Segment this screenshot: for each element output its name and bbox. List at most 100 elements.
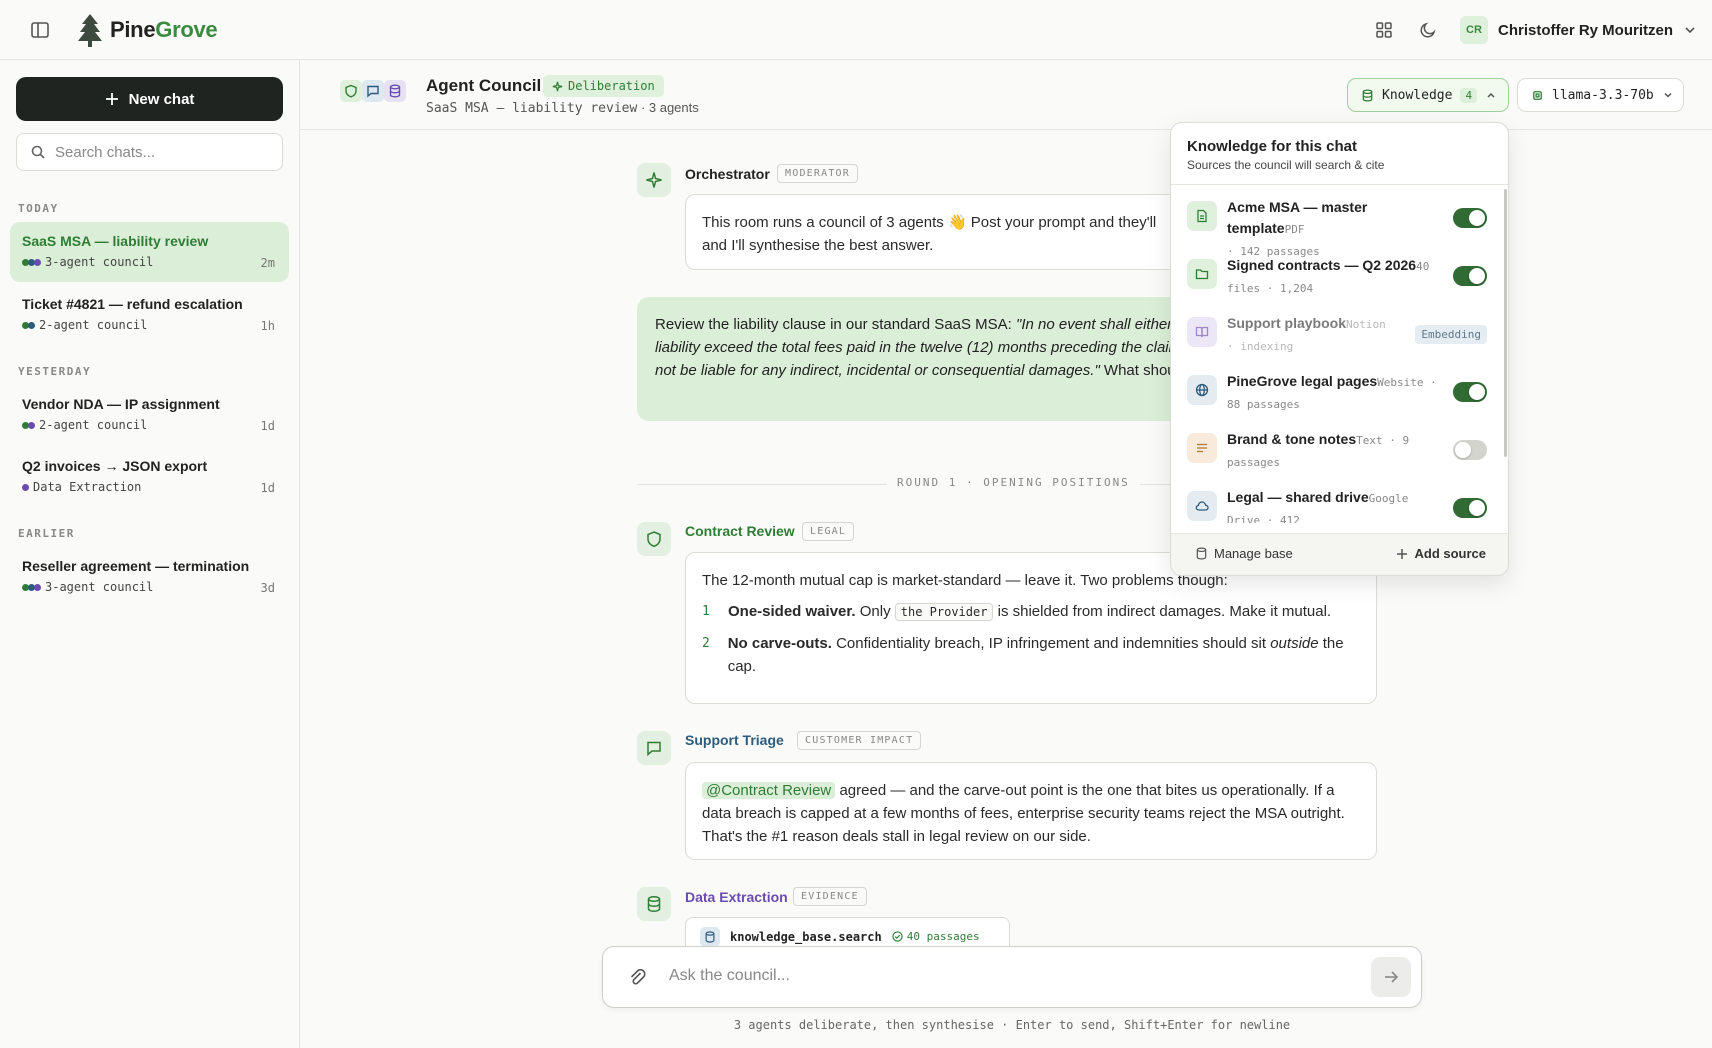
model-selector[interactable]: llama-3.3-70b bbox=[1517, 78, 1684, 112]
embedding-badge: Embedding bbox=[1415, 325, 1487, 344]
folder-icon bbox=[1187, 259, 1217, 289]
agent-dots bbox=[22, 483, 29, 491]
role-tag: CUSTOMER IMPACT bbox=[797, 731, 922, 750]
list-item: 1 One-sided waiver. Only the Provider is… bbox=[702, 600, 1360, 624]
database-icon bbox=[1361, 88, 1374, 102]
shield-icon bbox=[637, 522, 671, 556]
knowledge-source-list: Acme MSA — master templatePDF · 142 passa… bbox=[1171, 185, 1508, 523]
apps-grid-icon[interactable] bbox=[1375, 21, 1395, 41]
knowledge-button[interactable]: Knowledge 4 bbox=[1347, 78, 1509, 112]
manage-base-label: Manage base bbox=[1214, 546, 1293, 561]
agent-name: Contract Review bbox=[685, 523, 795, 539]
chat-title: Vendor NDA — IP assignment bbox=[22, 396, 220, 412]
dark-mode-moon-icon[interactable] bbox=[1419, 21, 1439, 41]
sidebar-toggle-icon[interactable] bbox=[30, 20, 52, 40]
agent-dots bbox=[22, 583, 41, 591]
status-badge-label: Deliberation bbox=[568, 79, 655, 93]
point-emphasis: outside bbox=[1270, 635, 1319, 652]
avatar: CR bbox=[1460, 16, 1488, 44]
panel-scrollbar[interactable] bbox=[1504, 189, 1507, 457]
chat-meta: 3-agent council bbox=[45, 580, 154, 594]
chat-meta: 2-agent council bbox=[39, 418, 148, 432]
knowledge-label: Knowledge bbox=[1382, 87, 1453, 103]
role-tag: LEGAL bbox=[802, 522, 855, 541]
chevron-down-icon bbox=[1683, 23, 1697, 37]
list-number: 1 bbox=[702, 604, 710, 619]
agent-mention[interactable]: @Contract Review bbox=[702, 782, 836, 799]
knowledge-source-item[interactable]: Legal — shared driveGoogle Drive · 412 bbox=[1187, 479, 1487, 523]
source-toggle[interactable] bbox=[1453, 266, 1487, 286]
new-chat-button[interactable]: New chat bbox=[16, 77, 283, 121]
plus-icon bbox=[105, 92, 119, 106]
chat-item[interactable]: Q2 invoices → JSON export Data Extractio… bbox=[10, 447, 289, 507]
user-name: Christoffer Ry Mouritzen bbox=[1498, 21, 1674, 39]
plus-icon bbox=[1396, 548, 1408, 560]
chevron-down-icon bbox=[1662, 89, 1674, 101]
source-name: Signed contracts — Q2 2026 bbox=[1227, 257, 1417, 273]
text-lines-icon bbox=[1187, 433, 1217, 463]
top-bar: PineGrove CR Christoffer Ry Mouritzen bbox=[0, 0, 1712, 60]
source-toggle[interactable] bbox=[1453, 440, 1487, 460]
point-text: is shielded from indirect damages. Make … bbox=[993, 603, 1332, 620]
source-meta: · indexing bbox=[1227, 340, 1294, 353]
source-toggle[interactable] bbox=[1453, 498, 1487, 518]
manage-base-button[interactable]: Manage base bbox=[1195, 546, 1293, 561]
message-input[interactable] bbox=[669, 967, 1289, 985]
chat-item[interactable]: SaaS MSA — liability review 3-agent coun… bbox=[10, 222, 289, 282]
knowledge-source-item[interactable]: PineGrove legal pagesWebsite · 88 passage… bbox=[1187, 363, 1487, 413]
section-label-yesterday: YESTERDAY bbox=[18, 365, 92, 378]
chat-time: 1d bbox=[260, 481, 275, 495]
sidebar: New chat TODAY SaaS MSA — liability revi… bbox=[0, 60, 300, 1048]
database-icon bbox=[637, 887, 671, 921]
shield-icon bbox=[340, 80, 362, 102]
status-badge: Deliberation bbox=[543, 75, 664, 97]
section-label-today: TODAY bbox=[18, 202, 59, 215]
message-bubble: @Contract Review agreed — and the carve-… bbox=[685, 762, 1377, 860]
source-name: PineGrove legal pages bbox=[1227, 373, 1378, 389]
chat-item[interactable]: Vendor NDA — IP assignment 2-agent counc… bbox=[10, 385, 289, 445]
chat-time: 1h bbox=[260, 319, 275, 333]
knowledge-count-badge: 4 bbox=[1460, 87, 1478, 103]
agent-count: · 3 agents bbox=[637, 100, 699, 115]
source-name: Legal — shared drive bbox=[1227, 489, 1369, 505]
book-icon bbox=[1187, 317, 1217, 347]
chat-item[interactable]: Ticket #4821 — refund escalation 2-agent… bbox=[10, 285, 289, 345]
agent-dots bbox=[22, 258, 41, 266]
knowledge-source-item[interactable]: Brand & tone notesText · 9 passages bbox=[1187, 421, 1487, 471]
knowledge-source-item[interactable]: Support playbookNotion · indexing Embeddi… bbox=[1187, 305, 1487, 355]
source-type: 40 bbox=[1416, 260, 1430, 273]
chat-title: Ticket #4821 — refund escalation bbox=[22, 296, 243, 312]
chat-bubble-icon bbox=[362, 80, 384, 102]
send-button[interactable] bbox=[1371, 957, 1411, 997]
chat-item[interactable]: Reseller agreement — termination 3-agent… bbox=[10, 547, 289, 607]
source-toggle[interactable] bbox=[1453, 382, 1487, 402]
agent-name: Data Extraction bbox=[685, 889, 788, 905]
paperclip-icon[interactable] bbox=[627, 967, 649, 989]
search-box[interactable] bbox=[16, 133, 283, 171]
pine-tree-icon bbox=[76, 12, 104, 48]
user-message-lead: Review the liability clause in our stand… bbox=[655, 316, 1017, 333]
sparkle-icon bbox=[637, 163, 671, 197]
chat-time: 1d bbox=[260, 419, 275, 433]
add-source-button[interactable]: Add source bbox=[1396, 546, 1486, 561]
knowledge-source-item[interactable]: Acme MSA — master templatePDF · 142 passa… bbox=[1187, 189, 1487, 258]
source-toggle[interactable] bbox=[1453, 208, 1487, 228]
knowledge-source-item[interactable]: Signed contracts — Q2 202640 files · 1,20… bbox=[1187, 247, 1487, 297]
chat-meta: 3-agent council bbox=[45, 255, 154, 269]
search-input[interactable] bbox=[55, 143, 255, 161]
globe-icon bbox=[1187, 375, 1217, 405]
panel-footer: Manage base Add source bbox=[1171, 533, 1508, 575]
source-type: Text · 9 bbox=[1356, 434, 1410, 447]
agent-icons bbox=[340, 80, 406, 102]
logo-text-pine: Pine bbox=[110, 17, 156, 42]
chat-meta: 2-agent council bbox=[39, 318, 148, 332]
chat-time: 2m bbox=[260, 256, 275, 270]
logo[interactable]: PineGrove bbox=[76, 12, 218, 48]
point-heading: One-sided waiver. bbox=[728, 603, 856, 620]
user-menu[interactable]: CR Christoffer Ry Mouritzen bbox=[1460, 16, 1697, 44]
cloud-icon bbox=[1187, 491, 1217, 521]
database-icon bbox=[384, 80, 406, 102]
agent-dots bbox=[22, 421, 35, 429]
search-icon bbox=[31, 145, 45, 159]
chat-header: Agent Council Deliberation SaaS MSA — li… bbox=[300, 60, 1712, 130]
